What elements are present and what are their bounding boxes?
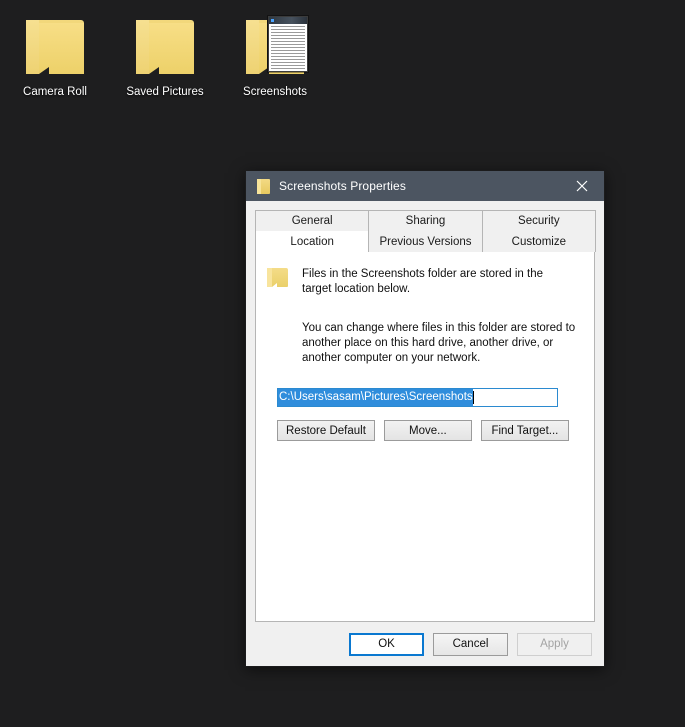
dialog-footer: OK Cancel Apply: [246, 622, 604, 666]
tab-row-2: Location Previous Versions Customize: [255, 231, 596, 253]
desktop-icon-label: Screenshots: [243, 86, 307, 98]
tab-location[interactable]: Location: [255, 231, 370, 253]
location-intro-line-1: Files in the Screenshots folder are stor…: [302, 268, 543, 280]
button-label: Move...: [409, 424, 447, 437]
button-label: Apply: [540, 638, 569, 650]
location-intro-line-2: target location below.: [302, 283, 411, 295]
ok-button[interactable]: OK: [349, 632, 424, 656]
desktop-icon-saved-pictures[interactable]: Saved Pictures: [110, 14, 220, 99]
target-location-input[interactable]: C:\Users\sasam\Pictures\Screenshots: [277, 388, 558, 407]
folder-with-screenshot-thumbnail-icon: [238, 14, 312, 82]
location-description: You can change where files in this folde…: [302, 322, 576, 364]
desktop-icon-grid: Camera Roll Saved Pictures Screenshots: [0, 14, 330, 99]
folder-icon: [128, 14, 202, 82]
folder-icon: [257, 178, 270, 194]
location-intro: Files in the Screenshots folder are stor…: [267, 267, 579, 297]
dialog-title: Screenshots Properties: [279, 179, 406, 193]
tab-label: Customize: [511, 235, 566, 248]
tab-label: General: [291, 215, 333, 227]
restore-default-button[interactable]: Restore Default: [277, 420, 375, 441]
desktop-icon-label: Saved Pictures: [126, 86, 204, 98]
close-icon[interactable]: [559, 171, 604, 201]
tab-label: Previous Versions: [379, 235, 472, 248]
tab-label: Security: [518, 215, 560, 227]
find-target-button[interactable]: Find Target...: [480, 420, 569, 441]
tab-customize[interactable]: Customize: [481, 231, 596, 252]
screenshot-thumbnail-icon: [268, 16, 308, 72]
desktop-icon-camera-roll[interactable]: Camera Roll: [0, 14, 110, 99]
tab-sharing[interactable]: Sharing: [368, 210, 483, 231]
button-label: Find Target...: [491, 424, 559, 437]
desktop-icon-screenshots[interactable]: Screenshots: [220, 14, 330, 99]
location-intro-text: Files in the Screenshots folder are stor…: [302, 267, 543, 297]
screenshots-properties-dialog: Screenshots Properties General Sharing S…: [245, 170, 605, 667]
folder-icon: [18, 14, 92, 82]
tab-row-1: General Sharing Security: [255, 210, 596, 231]
tab-previous-versions[interactable]: Previous Versions: [368, 231, 483, 252]
location-tab-panel: Files in the Screenshots folder are stor…: [255, 252, 595, 622]
target-location-value: C:\Users\sasam\Pictures\Screenshots: [278, 389, 473, 406]
tab-general[interactable]: General: [255, 210, 370, 231]
button-label: Cancel: [452, 638, 489, 650]
desktop-icon-label: Camera Roll: [23, 86, 87, 98]
folder-icon: [267, 268, 288, 287]
apply-button: Apply: [517, 632, 592, 656]
text-caret: [472, 391, 474, 404]
location-action-buttons: Restore Default Move... Find Target...: [277, 420, 579, 441]
cancel-button[interactable]: Cancel: [433, 632, 508, 656]
tab-security[interactable]: Security: [481, 210, 596, 231]
dialog-titlebar[interactable]: Screenshots Properties: [246, 171, 604, 201]
button-label: OK: [378, 638, 395, 650]
tab-strip: General Sharing Security Location Previo…: [246, 201, 604, 253]
desktop-background[interactable]: Camera Roll Saved Pictures Screenshots S…: [0, 0, 685, 727]
move-button[interactable]: Move...: [383, 420, 472, 441]
tab-label: Location: [290, 235, 334, 248]
tab-label: Sharing: [405, 215, 446, 227]
button-label: Restore Default: [286, 424, 366, 437]
